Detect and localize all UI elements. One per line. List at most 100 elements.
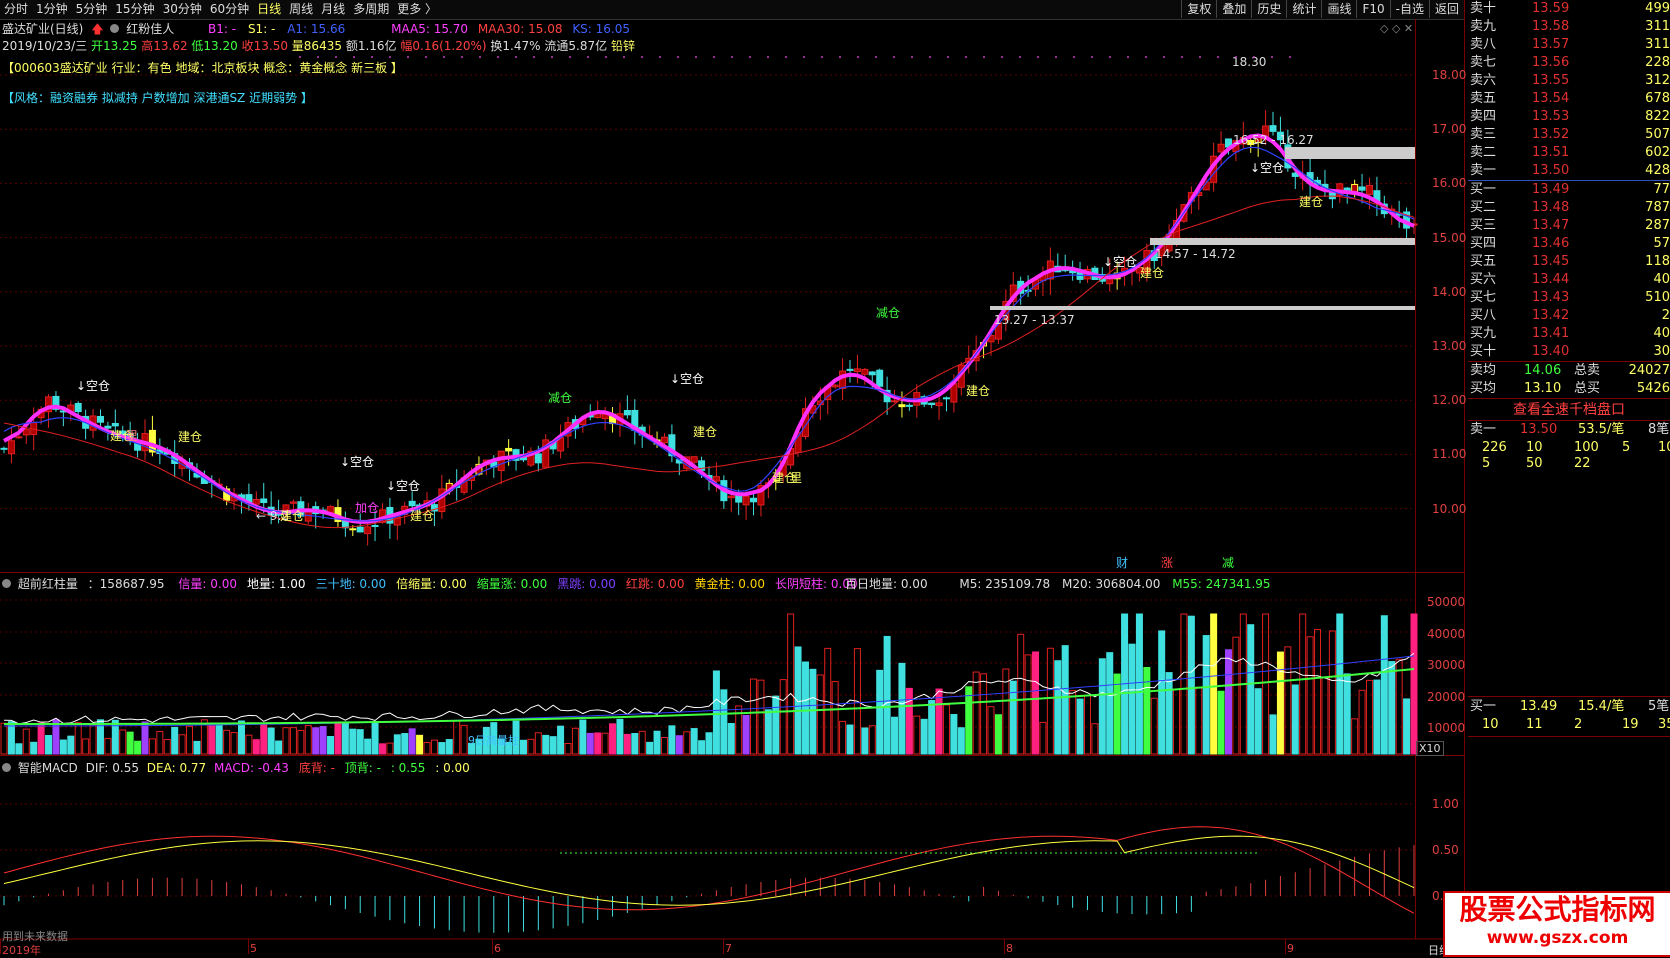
price-axis-label: 18.00 — [1432, 68, 1467, 82]
ask-row[interactable]: 卖二 13.51 602 — [1468, 144, 1670, 162]
bid-row[interactable]: 买二 13.48 787 — [1468, 199, 1670, 217]
ks-line — [3, 146, 1415, 522]
candle-body — [104, 425, 112, 429]
queue-field-0: 卖一 — [1470, 422, 1497, 437]
candle-body — [0, 447, 8, 450]
signal-dot — [1145, 56, 1147, 58]
volume-bar — [460, 724, 468, 755]
ask-row[interactable]: 卖七 13.56 228 — [1468, 54, 1670, 72]
volume-bar — [1403, 698, 1411, 755]
volume-bar — [186, 725, 194, 755]
ob-volume: 2 — [1661, 308, 1670, 323]
volume-bar — [653, 730, 661, 755]
bid-row[interactable]: 买一 13.49 77 — [1468, 181, 1670, 199]
signal-dot — [1001, 56, 1003, 58]
ask-row[interactable]: 卖三 13.52 507 — [1468, 126, 1670, 144]
ob-label: 买七 — [1470, 290, 1497, 305]
volume-bar — [698, 740, 706, 755]
volume-axis-label: 50000 — [1427, 595, 1466, 609]
volume-bar — [349, 728, 357, 755]
volume-bar — [594, 732, 602, 755]
queue-field-1: 13.49 — [1520, 699, 1558, 714]
queue-head-row[interactable]: 卖一 13.50 53.5/笔 8笔 — [1468, 421, 1670, 439]
ask-row[interactable]: 卖五 13.54 678 — [1468, 90, 1670, 108]
volume-bar — [1083, 695, 1091, 755]
ask-row[interactable]: 卖十 13.59 499 — [1468, 0, 1670, 18]
signal-dot — [875, 56, 877, 58]
queue-head-row[interactable]: 买一 13.49 15.4/笔 5笔 — [1468, 698, 1670, 716]
bid-row[interactable]: 买八 13.42 2 — [1468, 307, 1670, 325]
queue-field-2: 53.5/笔 — [1578, 422, 1625, 437]
macd-title[interactable]: 智能MACD — [18, 761, 78, 775]
view-full-depth-link[interactable]: 查看全速千档盘口 — [1468, 400, 1670, 420]
queue-value: 35 — [1658, 717, 1670, 732]
ask-row[interactable]: 卖八 13.57 311 — [1468, 36, 1670, 54]
price-axis-label: 17.00 — [1432, 122, 1467, 137]
ask-row[interactable]: 卖九 13.58 311 — [1468, 18, 1670, 36]
signal-dot — [911, 56, 913, 58]
price-axis-label: 16.00 — [1432, 176, 1467, 191]
ask-row[interactable]: 卖四 13.53 822 — [1468, 108, 1670, 126]
signal-dot — [317, 56, 319, 58]
price-chart[interactable]: 16.52 - 16.27 14.57 - 14.72 13.27 - 13.37 1… — [0, 0, 1464, 954]
candle-body — [891, 400, 899, 403]
signal-dot — [821, 56, 823, 58]
volume-bar — [935, 688, 943, 755]
queue-field-1: 13.50 — [1520, 422, 1558, 437]
macd-settings-icon[interactable] — [2, 763, 11, 772]
volume-indicator-5: 黑跳: 0.00 — [557, 577, 616, 591]
signal-dot — [1127, 56, 1129, 58]
ask-row[interactable]: 卖一 13.50 428 — [1468, 162, 1670, 180]
price-axis-label: 13.00 — [1432, 339, 1467, 353]
ob-price: 13.55 — [1532, 73, 1570, 88]
zone-label: 14.57 - 14.72 — [1155, 247, 1236, 261]
volume-bar — [193, 740, 201, 755]
zone-label: 13.27 - 13.37 — [994, 313, 1075, 327]
dibei-value: 底背: - — [298, 761, 335, 775]
volume-bar — [1150, 697, 1158, 755]
x10-button[interactable]: X10 — [1416, 741, 1444, 756]
bid-row[interactable]: 买九 13.41 40 — [1468, 325, 1670, 343]
volume-bar — [965, 686, 973, 755]
candle-body — [868, 371, 876, 376]
bid-row[interactable]: 买六 13.44 40 — [1468, 271, 1670, 289]
signal-dot — [533, 56, 535, 58]
volume-settings-icon[interactable] — [2, 579, 11, 588]
signal-dot — [461, 56, 463, 58]
volume-bar — [1128, 643, 1136, 755]
bid-row[interactable]: 买十 13.40 30 — [1468, 343, 1670, 361]
volume-bar — [757, 679, 765, 755]
ob-volume: 787 — [1645, 200, 1670, 215]
ob-label: 卖四 — [1470, 109, 1497, 124]
volume-bar — [445, 739, 453, 755]
ob-price: 13.43 — [1532, 290, 1570, 305]
ob-volume: 510 — [1645, 290, 1670, 305]
signal-label: 建仓 — [1299, 195, 1323, 209]
signal-dot — [1055, 56, 1057, 58]
ob-label: 卖九 — [1470, 19, 1497, 34]
volume-bar — [1232, 636, 1240, 755]
candle-body — [727, 495, 735, 499]
bid-row[interactable]: 买五 13.45 118 — [1468, 253, 1670, 271]
bid-row[interactable]: 买七 13.43 510 — [1468, 289, 1670, 307]
volume-bar — [957, 727, 965, 755]
maa5-line — [3, 133, 1415, 524]
volume-bar — [1106, 652, 1114, 755]
volume-bar — [252, 739, 260, 755]
macd-v1: : 0.55 — [390, 761, 426, 775]
candle-body — [846, 368, 854, 371]
signal-dot — [1019, 56, 1021, 58]
signal-dot — [731, 56, 733, 58]
ask-row[interactable]: 卖六 13.55 312 — [1468, 72, 1670, 90]
bid-row[interactable]: 买三 13.47 287 — [1468, 217, 1670, 235]
bid-row[interactable]: 买四 13.46 57 — [1468, 235, 1670, 253]
candle-body — [96, 415, 104, 423]
volume-title[interactable]: 超前红柱量 — [18, 577, 78, 591]
dif-value: DIF: 0.55 — [85, 761, 139, 775]
candle-body — [505, 447, 513, 452]
signal-label: 里 — [790, 471, 802, 485]
signal-dot — [1037, 56, 1039, 58]
signal-dot — [839, 56, 841, 58]
volume-bar — [1217, 690, 1225, 755]
volume-bar — [1373, 679, 1381, 755]
